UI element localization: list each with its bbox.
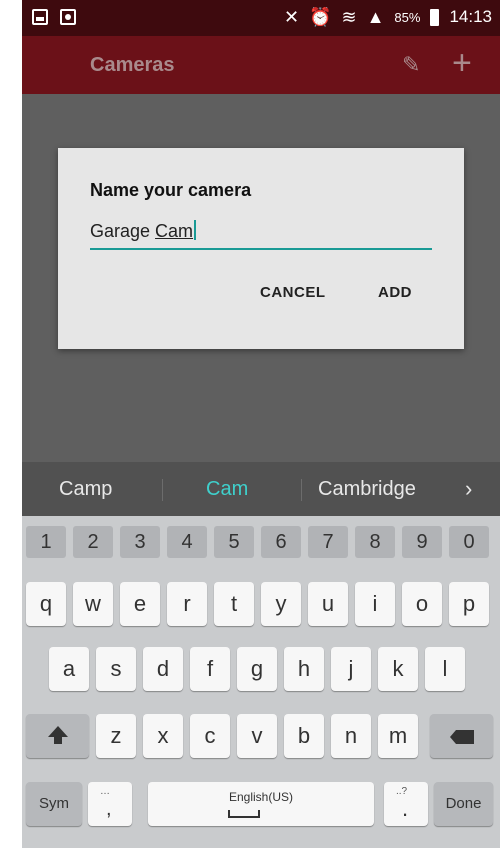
action-bar: Cameras ✎ +: [22, 36, 500, 94]
cancel-button[interactable]: CANCEL: [260, 284, 326, 301]
key-k[interactable]: k: [378, 647, 418, 691]
key-9[interactable]: 9: [402, 526, 442, 558]
backspace-key[interactable]: [430, 714, 493, 758]
suggestion-strip: Camp Cam Cambridge ›: [22, 462, 500, 516]
status-bar: ✕ ⏰ ≋ ▲ 85% 14:13: [22, 0, 500, 36]
soft-keyboard: 1 2 3 4 5 6 7 8 9 0 q w e r t y u i o p …: [22, 516, 500, 848]
key-m[interactable]: m: [378, 714, 418, 758]
key-e[interactable]: e: [120, 582, 160, 626]
phone-screen: ✕ ⏰ ≋ ▲ 85% 14:13 Cameras ✎ + Name your …: [22, 0, 500, 848]
key-r[interactable]: r: [167, 582, 207, 626]
suggestion-divider: [162, 479, 163, 501]
key-8[interactable]: 8: [355, 526, 395, 558]
comma-hint: …: [100, 786, 110, 797]
period-key[interactable]: ..? .: [384, 782, 428, 826]
key-u[interactable]: u: [308, 582, 348, 626]
key-i[interactable]: i: [355, 582, 395, 626]
input-text-composing: Cam: [155, 221, 194, 241]
suggestion-camp[interactable]: Camp: [59, 478, 112, 501]
key-p[interactable]: p: [449, 582, 489, 626]
more-suggestions-chevron-icon[interactable]: ›: [465, 476, 472, 502]
wifi-icon: ≋: [341, 7, 357, 27]
key-j[interactable]: j: [331, 647, 371, 691]
add-plus-icon[interactable]: +: [452, 46, 472, 80]
key-7[interactable]: 7: [308, 526, 348, 558]
done-key[interactable]: Done: [434, 782, 493, 826]
space-language-label: English(US): [228, 790, 294, 804]
key-5[interactable]: 5: [214, 526, 254, 558]
key-o[interactable]: o: [402, 582, 442, 626]
period-label: .: [402, 796, 409, 821]
add-button[interactable]: ADD: [378, 284, 412, 301]
key-s[interactable]: s: [96, 647, 136, 691]
signal-icon: ▲: [366, 7, 385, 27]
suggestion-cambridge[interactable]: Cambridge: [318, 478, 416, 501]
action-bar-title: Cameras: [90, 54, 175, 76]
shopping-notification-icon: [60, 9, 76, 25]
comma-key[interactable]: … ,: [88, 782, 132, 826]
suggestion-divider: [301, 479, 302, 501]
key-2[interactable]: 2: [73, 526, 113, 558]
key-z[interactable]: z: [96, 714, 136, 758]
shift-stem-icon: [54, 736, 62, 744]
key-n[interactable]: n: [331, 714, 371, 758]
alarm-icon: ⏰: [309, 7, 332, 27]
key-a[interactable]: a: [49, 647, 89, 691]
battery-percent: 85%: [394, 9, 421, 25]
clock: 14:13: [449, 7, 492, 26]
key-q[interactable]: q: [26, 582, 66, 626]
key-g[interactable]: g: [237, 647, 277, 691]
comma-label: ,: [106, 798, 112, 820]
key-l[interactable]: l: [425, 647, 465, 691]
sym-key[interactable]: Sym: [26, 782, 82, 826]
camera-name-input[interactable]: Garage Cam: [90, 220, 432, 250]
key-c[interactable]: c: [190, 714, 230, 758]
key-w[interactable]: w: [73, 582, 113, 626]
key-3[interactable]: 3: [120, 526, 160, 558]
edit-pencil-icon[interactable]: ✎: [402, 52, 426, 77]
name-camera-dialog: Name your camera Garage Cam CANCEL ADD: [58, 148, 464, 349]
key-1[interactable]: 1: [26, 526, 66, 558]
key-0[interactable]: 0: [449, 526, 489, 558]
shift-key[interactable]: [26, 714, 89, 758]
suggestion-cam[interactable]: Cam: [206, 478, 248, 501]
key-6[interactable]: 6: [261, 526, 301, 558]
key-d[interactable]: d: [143, 647, 183, 691]
key-x[interactable]: x: [143, 714, 183, 758]
text-caret: [194, 220, 197, 240]
key-4[interactable]: 4: [167, 526, 207, 558]
mute-icon: ✕: [283, 7, 300, 27]
dialog-title: Name your camera: [90, 180, 252, 200]
backspace-icon: [450, 730, 474, 744]
key-h[interactable]: h: [284, 647, 324, 691]
space-key[interactable]: English(US): [148, 782, 374, 826]
gallery-notification-icon: [32, 9, 48, 25]
input-text-start: Garage: [90, 221, 156, 241]
battery-icon: [430, 8, 440, 26]
space-icon: [228, 810, 260, 818]
key-v[interactable]: v: [237, 714, 277, 758]
key-t[interactable]: t: [214, 582, 254, 626]
key-b[interactable]: b: [284, 714, 324, 758]
key-f[interactable]: f: [190, 647, 230, 691]
key-y[interactable]: y: [261, 582, 301, 626]
